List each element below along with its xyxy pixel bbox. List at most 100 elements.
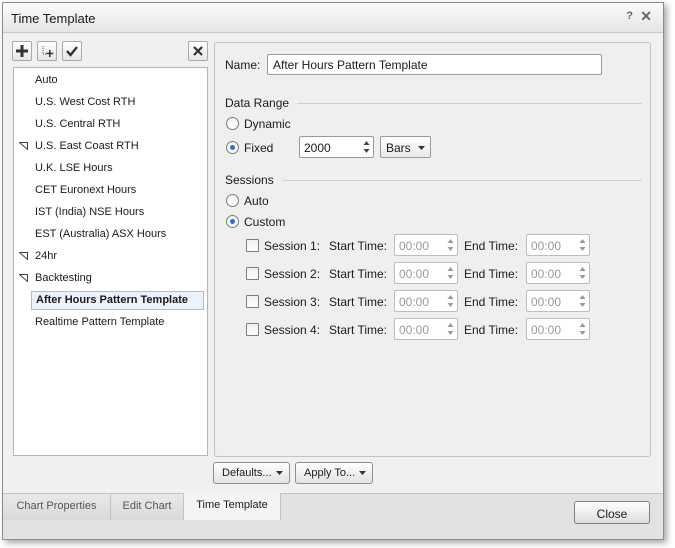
session-checkbox[interactable] — [246, 323, 259, 336]
end-time-stepper[interactable]: 00:00 — [526, 234, 590, 256]
tree-group[interactable]: U.S. East Coast RTH — [14, 135, 207, 157]
start-time-value: 00:00 — [399, 267, 430, 281]
spin-arrows-icon[interactable] — [446, 265, 455, 281]
end-time-value: 00:00 — [531, 239, 562, 253]
fixed-radio[interactable] — [226, 141, 239, 154]
end-time-stepper[interactable]: 00:00 — [526, 318, 590, 340]
start-time-label: Start Time: — [329, 323, 388, 337]
name-label: Name: — [225, 58, 261, 72]
start-time-stepper[interactable]: 00:00 — [394, 262, 458, 284]
start-time-label: Start Time: — [329, 267, 388, 281]
start-time-label: Start Time: — [329, 295, 388, 309]
chevron-down-icon — [359, 471, 366, 475]
spin-arrows-icon[interactable] — [578, 293, 587, 309]
delete-x-icon — [193, 46, 203, 56]
tree-item-label: U.S. East Coast RTH — [35, 140, 139, 152]
sessions-auto-label[interactable]: Auto — [244, 194, 269, 208]
spin-arrows-icon[interactable] — [446, 237, 455, 253]
start-time-value: 00:00 — [399, 239, 430, 253]
apply-check-button[interactable] — [62, 41, 82, 61]
apply-to-button[interactable]: Apply To... — [295, 462, 373, 484]
session-checkbox[interactable] — [246, 295, 259, 308]
add-template-button[interactable] — [12, 41, 32, 61]
tree-item[interactable]: Auto — [14, 69, 207, 91]
name-input[interactable]: After Hours Pattern Template — [267, 54, 602, 75]
tree-item-label: Realtime Pattern Template — [35, 316, 165, 328]
add-subitem-icon — [42, 46, 54, 57]
tab-edit-chart[interactable]: Edit Chart — [111, 494, 184, 520]
tree-item[interactable]: Realtime Pattern Template — [14, 311, 207, 333]
close-icon[interactable]: ✕ — [640, 8, 652, 25]
start-time-stepper[interactable]: 00:00 — [394, 234, 458, 256]
range-unit-value: Bars — [386, 141, 411, 155]
time-template-dialog: Time Template ? ✕ Auto U.S. West Cost RT… — [2, 2, 664, 540]
fixed-bars-stepper[interactable]: 2000 — [299, 136, 374, 158]
spin-arrows-icon[interactable] — [446, 321, 455, 337]
divider — [297, 103, 642, 104]
sessions-custom-radio[interactable] — [226, 215, 239, 228]
tree-item[interactable]: EST (Australia) ASX Hours — [14, 223, 207, 245]
tree-item[interactable]: U.K. LSE Hours — [14, 157, 207, 179]
dynamic-label[interactable]: Dynamic — [244, 117, 291, 131]
tab-chart-properties[interactable]: Chart Properties — [3, 494, 111, 520]
start-time-stepper[interactable]: 00:00 — [394, 318, 458, 340]
defaults-button-label: Defaults... — [222, 467, 272, 479]
tree-item-label: CET Euronext Hours — [35, 184, 137, 196]
tree-item-selected[interactable]: After Hours Pattern Template — [14, 289, 207, 311]
spin-arrows-icon[interactable] — [578, 321, 587, 337]
tree-item-label: U.S. West Cost RTH — [35, 96, 136, 108]
tree-item-label: IST (India) NSE Hours — [35, 206, 145, 218]
title-bar: Time Template ? ✕ — [3, 3, 663, 33]
tree-item[interactable]: CET Euronext Hours — [14, 179, 207, 201]
data-range-heading: Data Range — [225, 96, 290, 110]
template-tree[interactable]: Auto U.S. West Cost RTH U.S. Central RTH… — [13, 67, 208, 456]
spin-arrows-icon[interactable] — [578, 237, 587, 253]
close-button-label: Close — [596, 507, 628, 521]
divider — [283, 180, 642, 181]
template-properties-panel: Name: After Hours Pattern Template Data … — [214, 42, 651, 457]
dynamic-radio[interactable] — [226, 117, 239, 130]
bottom-tab-bar: Chart Properties Edit Chart Time Templat… — [3, 493, 663, 539]
tree-item-label: Backtesting — [35, 272, 92, 284]
end-time-stepper[interactable]: 00:00 — [526, 290, 590, 312]
defaults-button[interactable]: Defaults... — [213, 462, 290, 484]
chevron-down-icon — [418, 146, 425, 150]
tree-group[interactable]: 24hr — [14, 245, 207, 267]
tree-item[interactable]: U.S. Central RTH — [14, 113, 207, 135]
expanded-triangle-icon[interactable] — [19, 274, 28, 282]
tree-item-label: 24hr — [35, 250, 58, 262]
spin-arrows-icon[interactable] — [578, 265, 587, 281]
tree-item-label: U.K. LSE Hours — [35, 162, 113, 174]
fixed-label[interactable]: Fixed — [244, 141, 273, 155]
end-time-value: 00:00 — [531, 267, 562, 281]
range-unit-dropdown[interactable]: Bars — [380, 136, 431, 158]
start-time-value: 00:00 — [399, 323, 430, 337]
spin-arrows-icon[interactable] — [446, 293, 455, 309]
plus-icon — [16, 45, 28, 57]
session-checkbox[interactable] — [246, 239, 259, 252]
end-time-label: End Time: — [464, 239, 519, 253]
expanded-triangle-icon[interactable] — [19, 252, 28, 260]
expanded-triangle-icon[interactable] — [19, 142, 28, 150]
tab-time-template[interactable]: Time Template — [184, 493, 281, 520]
delete-template-button[interactable] — [188, 41, 208, 61]
spin-arrows-icon[interactable] — [362, 139, 371, 155]
end-time-label: End Time: — [464, 323, 519, 337]
help-icon[interactable]: ? — [626, 10, 633, 22]
start-time-stepper[interactable]: 00:00 — [394, 290, 458, 312]
chevron-down-icon — [276, 471, 283, 475]
apply-to-button-label: Apply To... — [304, 467, 356, 479]
tree-group[interactable]: Backtesting — [14, 267, 207, 289]
session-label: Session 1: — [264, 239, 321, 253]
tree-item[interactable]: U.S. West Cost RTH — [14, 91, 207, 113]
close-button[interactable]: Close — [574, 501, 650, 524]
sessions-custom-label[interactable]: Custom — [244, 215, 285, 229]
window-title: Time Template — [11, 11, 96, 26]
add-sub-item-button[interactable] — [37, 41, 57, 61]
start-time-value: 00:00 — [399, 295, 430, 309]
session-checkbox[interactable] — [246, 267, 259, 280]
tree-item[interactable]: IST (India) NSE Hours — [14, 201, 207, 223]
end-time-value: 00:00 — [531, 295, 562, 309]
end-time-stepper[interactable]: 00:00 — [526, 262, 590, 284]
sessions-auto-radio[interactable] — [226, 194, 239, 207]
